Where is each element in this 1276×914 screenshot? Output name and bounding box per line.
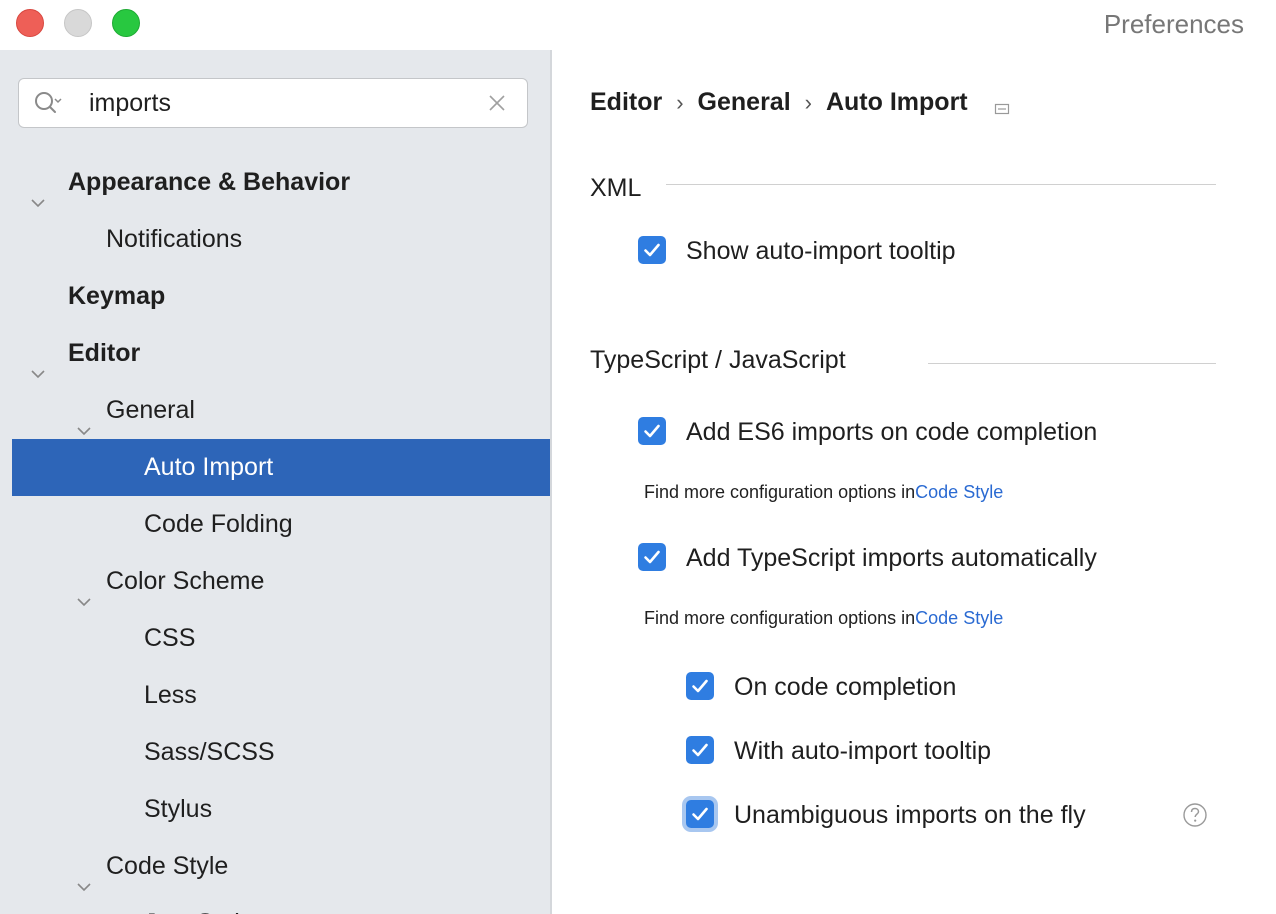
- minimize-window-button[interactable]: [64, 9, 92, 37]
- tree-item-stylus[interactable]: Stylus: [0, 781, 550, 838]
- help-icon[interactable]: [1182, 802, 1208, 828]
- maximize-window-button[interactable]: [112, 9, 140, 37]
- tree-item-label: General: [106, 396, 195, 424]
- tree-item-label: JavaScript: [144, 895, 261, 914]
- breadcrumb-separator: ›: [804, 90, 812, 115]
- tree-item-label: Appearance & Behavior: [68, 168, 351, 196]
- code-style-link[interactable]: Code Style: [915, 482, 1003, 502]
- tree-item-editor[interactable]: Editor: [0, 325, 550, 382]
- chevron-down-icon[interactable]: [30, 175, 46, 208]
- config-hint: Find more configuration options inCode S…: [644, 608, 1003, 629]
- menu-icon[interactable]: [994, 95, 1010, 115]
- search-icon[interactable]: [33, 90, 63, 118]
- config-hint: Find more configuration options inCode S…: [644, 482, 1003, 503]
- checkbox-label: Show auto-import tooltip: [686, 237, 956, 265]
- checkbox-checked[interactable]: [686, 736, 714, 764]
- checkbox-label: With auto-import tooltip: [734, 737, 992, 765]
- chevron-down-icon[interactable]: [76, 403, 92, 436]
- tree-item-label: Notifications: [106, 225, 243, 253]
- tree-item-code-style[interactable]: Code Style: [0, 838, 550, 895]
- checkbox-checked[interactable]: [686, 800, 714, 828]
- checkbox-checked[interactable]: [638, 236, 666, 264]
- tree-item-label: Stylus: [144, 795, 213, 823]
- section-divider: [928, 363, 1216, 364]
- tree-item-label: Color Scheme: [106, 567, 265, 595]
- breadcrumb-item-general[interactable]: General: [698, 88, 791, 116]
- preferences-window: Preferences imports Appearance & Behavio…: [0, 0, 1276, 914]
- tree-item-auto-import[interactable]: Auto Import: [12, 439, 550, 496]
- code-style-link[interactable]: Code Style: [915, 608, 1003, 628]
- close-window-button[interactable]: [16, 9, 44, 37]
- tree-item-appearance-behavior[interactable]: Appearance & Behavior: [0, 154, 550, 211]
- checkbox-label: On code completion: [734, 673, 957, 701]
- tree-item-color-scheme[interactable]: Color Scheme: [0, 553, 550, 610]
- title-bar: Preferences: [0, 0, 1276, 50]
- checkbox-checked[interactable]: [638, 543, 666, 571]
- search-box[interactable]: [18, 78, 528, 128]
- search-input[interactable]: [89, 87, 469, 119]
- checkbox-label: Unambiguous imports on the fly: [734, 801, 1086, 829]
- tree-item-label: CSS: [144, 624, 196, 652]
- tree-item-sass-scss[interactable]: Sass/SCSS: [0, 724, 550, 781]
- tree-item-label: Keymap: [68, 282, 166, 310]
- tree-item-code-folding[interactable]: Code Folding: [0, 496, 550, 553]
- tree-item-general[interactable]: General: [0, 382, 550, 439]
- tree-item-less[interactable]: Less: [0, 667, 550, 724]
- tree-item-label: Code Style: [106, 852, 229, 880]
- hint-text: Find more configuration options in: [644, 608, 916, 628]
- checkbox-label: Add ES6 imports on code completion: [686, 418, 1098, 446]
- settings-tree: Appearance & Behavior Notifications Keym…: [0, 154, 550, 914]
- tree-item-label: Auto Import: [144, 453, 274, 481]
- chevron-down-icon[interactable]: [76, 859, 92, 892]
- breadcrumb-item-editor[interactable]: Editor: [590, 88, 662, 116]
- checkbox-checked[interactable]: [638, 417, 666, 445]
- hint-text: Find more configuration options in: [644, 482, 916, 502]
- breadcrumb-separator: ›: [676, 90, 684, 115]
- clear-icon[interactable]: [485, 91, 509, 115]
- breadcrumb-item-auto-import: Auto Import: [825, 88, 968, 116]
- tree-item-javascript[interactable]: JavaScript: [0, 895, 550, 914]
- section-header-xml: XML: [590, 174, 642, 202]
- section-divider: [666, 184, 1216, 185]
- checkbox-label: Add TypeScript imports automatically: [686, 544, 1097, 572]
- settings-content: Editor › General › Auto Import XML Show auto…: [552, 50, 1276, 914]
- window-title: Preferences: [1103, 9, 1244, 39]
- tree-item-label: Code Folding: [144, 510, 293, 538]
- settings-sidebar: Appearance & Behavior Notifications Keym…: [0, 50, 552, 914]
- tree-item-notifications[interactable]: Notifications: [0, 211, 550, 268]
- chevron-down-icon[interactable]: [76, 574, 92, 607]
- tree-item-label: Less: [144, 681, 197, 709]
- tree-item-label: Editor: [68, 339, 141, 367]
- checkbox-checked[interactable]: [686, 672, 714, 700]
- tree-item-css[interactable]: CSS: [0, 610, 550, 667]
- breadcrumb: Editor › General › Auto Import: [590, 88, 1010, 117]
- tree-item-label: Sass/SCSS: [144, 738, 275, 766]
- tree-item-keymap[interactable]: Keymap: [0, 268, 550, 325]
- chevron-down-icon[interactable]: [30, 346, 46, 379]
- section-header-typescript-javascript: TypeScript / JavaScript: [590, 346, 846, 374]
